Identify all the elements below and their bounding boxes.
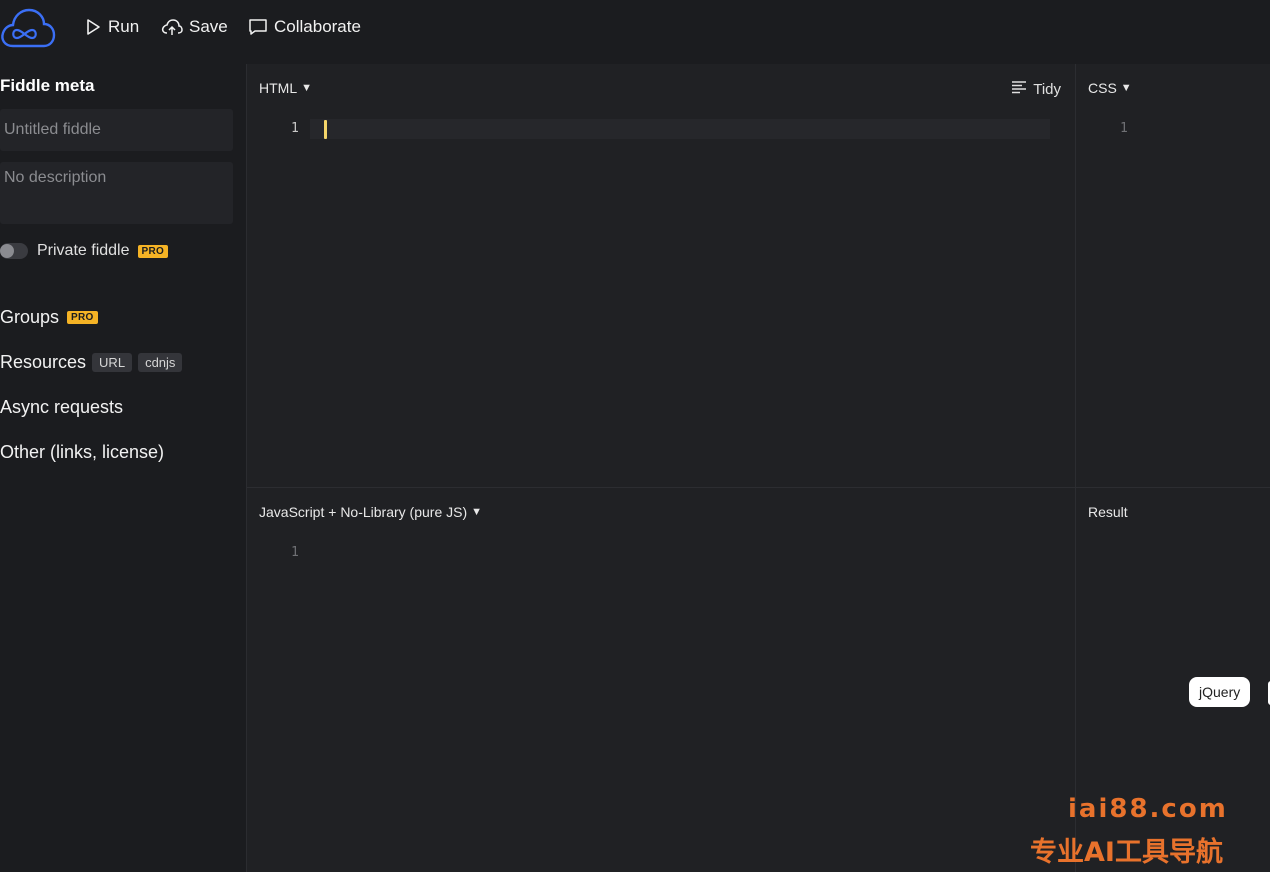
sidebar-item-groups[interactable]: Groups PRO	[0, 307, 98, 328]
tidy-label: Tidy	[1033, 80, 1061, 98]
sidebar-item-other[interactable]: Other (links, license)	[0, 442, 164, 463]
run-button[interactable]: Run	[84, 16, 139, 38]
js-panel-label: JavaScript + No-Library (pure JS)	[259, 504, 468, 520]
resource-cdnjs-chip[interactable]: cdnjs	[138, 353, 183, 372]
line-number: 1	[291, 545, 299, 560]
other-label: Other (links, license)	[0, 442, 165, 462]
fiddle-meta-sidebar: Fiddle meta Untitled fiddle No descripti…	[0, 64, 247, 872]
top-toolbar: Run Save Collaborate	[0, 0, 1270, 64]
html-language-select[interactable]: HTML ▼	[259, 80, 312, 96]
groups-label: Groups	[0, 307, 60, 327]
resource-url-chip[interactable]: URL	[92, 353, 133, 372]
save-label: Save	[189, 17, 228, 36]
sidebar-item-async-requests[interactable]: Async requests	[0, 397, 123, 418]
jquery-framework-button[interactable]: jQuery	[1189, 677, 1251, 707]
html-panel-label: HTML	[259, 80, 298, 96]
html-editor-panel: HTML ▼ Tidy 1	[247, 64, 1075, 487]
collaborate-label: Collaborate	[274, 17, 361, 36]
caret-down-icon: ▼	[1120, 82, 1132, 94]
align-left-icon	[1011, 80, 1027, 98]
css-editor-panel: CSS ▼ 1	[1076, 64, 1270, 487]
watermark-tagline: 专业AI工具导航	[1030, 837, 1223, 868]
fiddle-meta-heading: Fiddle meta	[0, 76, 95, 95]
line-number: 1	[1120, 121, 1128, 136]
tidy-button[interactable]: Tidy	[1011, 80, 1061, 98]
watermark-domain: iai88.com	[1068, 794, 1228, 824]
js-language-select[interactable]: JavaScript + No-Library (pure JS) ▼	[259, 504, 482, 520]
save-button[interactable]: Save	[161, 16, 228, 38]
collaborate-button[interactable]: Collaborate	[248, 16, 361, 38]
javascript-editor-panel: JavaScript + No-Library (pure JS) ▼ 1	[247, 488, 1075, 872]
chat-bubble-icon	[248, 18, 268, 36]
result-panel-label: Result	[1088, 504, 1128, 520]
sidebar-item-resources[interactable]: Resources URL cdnjs	[0, 352, 183, 373]
private-fiddle-label: Private fiddle	[37, 242, 130, 259]
css-panel-label: CSS	[1088, 80, 1117, 96]
fiddle-description-input[interactable]: No description	[0, 162, 233, 224]
async-requests-label: Async requests	[0, 397, 124, 417]
html-code-area[interactable]	[310, 119, 1070, 479]
run-label: Run	[108, 17, 140, 36]
css-code-area[interactable]	[1139, 119, 1269, 479]
horizontal-divider[interactable]	[247, 487, 1270, 488]
caret-down-icon: ▼	[471, 506, 483, 518]
js-code-area[interactable]	[310, 543, 1070, 863]
private-fiddle-toggle[interactable]	[0, 243, 28, 259]
css-language-select[interactable]: CSS ▼	[1088, 80, 1132, 96]
fiddle-title-input[interactable]: Untitled fiddle	[0, 109, 233, 151]
line-number: 1	[291, 121, 299, 136]
pro-badge: PRO	[67, 311, 98, 324]
title-placeholder: Untitled fiddle	[4, 121, 101, 138]
jsfiddle-logo-icon[interactable]	[0, 6, 56, 50]
description-placeholder: No description	[4, 169, 107, 186]
private-fiddle-row: Private fiddle PRO	[0, 242, 169, 260]
pro-badge: PRO	[137, 244, 169, 258]
resources-label: Resources	[0, 352, 87, 372]
cloud-upload-icon	[161, 18, 183, 36]
play-icon	[84, 18, 102, 36]
vertical-divider[interactable]	[1075, 64, 1076, 872]
caret-down-icon: ▼	[301, 82, 313, 94]
